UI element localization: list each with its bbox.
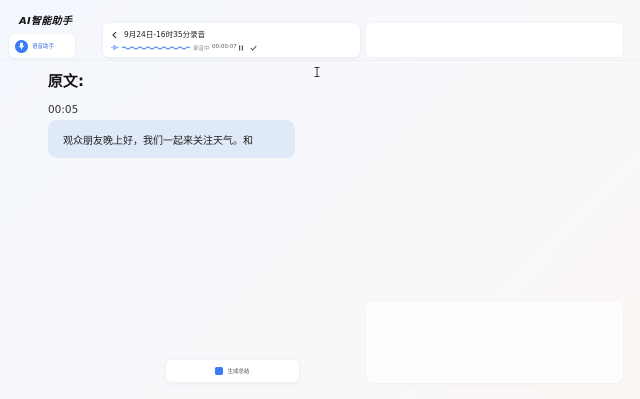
document-icon (215, 367, 224, 381)
generate-summary-label: 生成总结 (227, 369, 250, 375)
generate-summary-button[interactable]: 生成总结 (166, 360, 299, 382)
sound-wave-icon (111, 45, 119, 50)
recording-title: 9月24日-16时35分录音 (124, 30, 206, 39)
check-icon[interactable] (250, 45, 257, 51)
cursor-icon (314, 67, 320, 77)
recording-elapsed-time: 00:00:07 (212, 44, 237, 50)
original-text-heading: 原文: (48, 72, 84, 90)
microphone-icon (15, 39, 28, 53)
recording-card: 9月24日-16时35分录音 录音中 00:00:07 (103, 23, 360, 77)
transcript-text: 观众朋友晚上好，我们一起来关注天气。和 (63, 135, 253, 147)
header-divider (0, 60, 640, 61)
transcript-segment: 观众朋友晚上好，我们一起来关注天气。和 (48, 120, 295, 158)
voice-assistant-button[interactable]: 语音助手 (9, 34, 75, 58)
pause-icon[interactable] (238, 45, 244, 51)
empty-panel-top (366, 23, 623, 57)
empty-panel-bottom (366, 301, 623, 383)
recording-status: 录音中 (193, 46, 210, 52)
segment-timestamp: 00:05 (48, 104, 79, 116)
app-title: AI智能助手 (19, 16, 73, 27)
back-chevron-icon[interactable] (111, 31, 118, 39)
audio-waveform (122, 46, 190, 50)
voice-assistant-label: 语音助手 (32, 44, 55, 50)
